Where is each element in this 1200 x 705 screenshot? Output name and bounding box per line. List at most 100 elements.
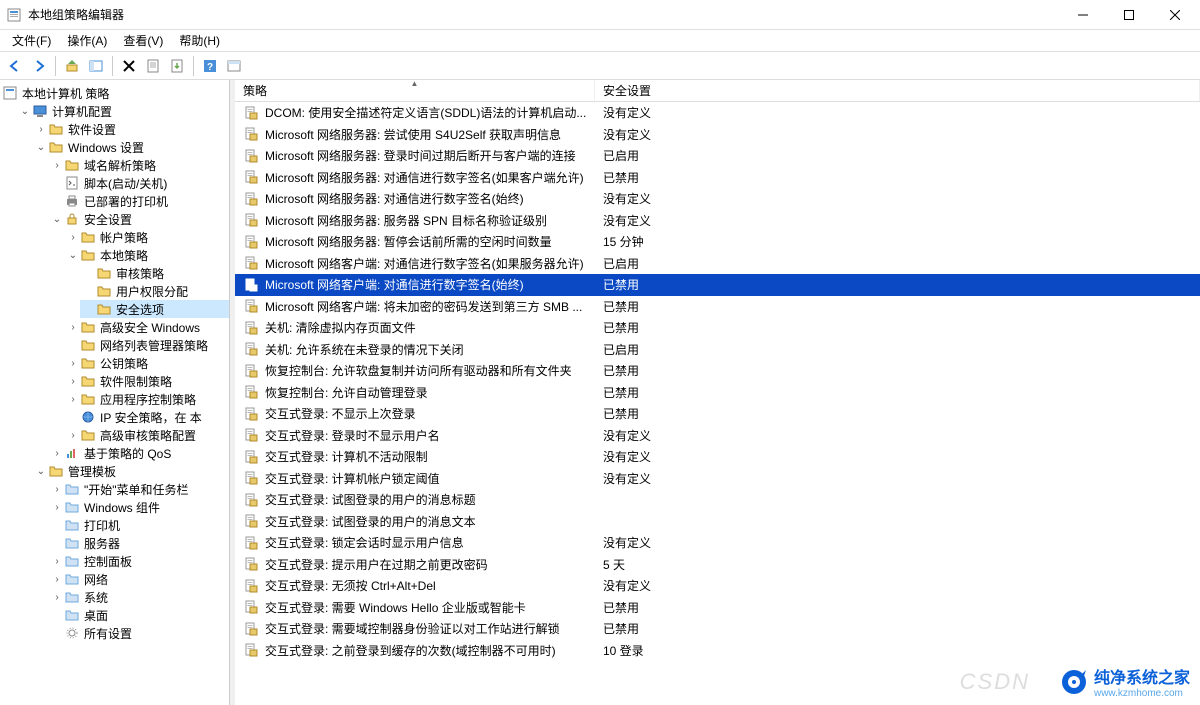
expand-icon[interactable]: › — [50, 448, 64, 459]
close-button[interactable] — [1152, 0, 1198, 30]
expand-icon[interactable]: › — [66, 322, 80, 333]
policy-row[interactable]: 交互式登录: 不显示上次登录已禁用 — [235, 403, 1200, 425]
tree-printers[interactable]: 打印机 — [48, 516, 229, 534]
collapse-icon[interactable]: ⌄ — [66, 250, 80, 261]
policy-setting: 已禁用 — [595, 276, 639, 293]
tree-audit-policy[interactable]: 审核策略 — [80, 264, 229, 282]
back-button[interactable] — [4, 55, 26, 77]
expand-icon[interactable]: › — [50, 556, 64, 567]
properties-button[interactable] — [142, 55, 164, 77]
policy-row[interactable]: 交互式登录: 计算机帐户锁定阈值没有定义 — [235, 468, 1200, 490]
export-button[interactable] — [166, 55, 188, 77]
filter-button[interactable] — [223, 55, 245, 77]
policy-row[interactable]: 交互式登录: 锁定会话时显示用户信息没有定义 — [235, 532, 1200, 554]
tree-qos[interactable]: ›基于策略的 QoS — [48, 444, 229, 462]
collapse-icon[interactable]: ⌄ — [34, 142, 48, 153]
help-button[interactable]: ? — [199, 55, 221, 77]
tree-scripts[interactable]: 脚本(启动/关机) — [48, 174, 229, 192]
tree-advanced-audit[interactable]: ›高级审核策略配置 — [64, 426, 229, 444]
tree-public-key[interactable]: ›公钥策略 — [64, 354, 229, 372]
folder-icon — [96, 265, 112, 281]
expand-icon[interactable]: › — [66, 376, 80, 387]
tree-network[interactable]: ›网络 — [48, 570, 229, 588]
policy-row[interactable]: Microsoft 网络客户端: 对通信进行数字签名(始终)已禁用 — [235, 274, 1200, 296]
expand-icon[interactable]: › — [66, 232, 80, 243]
policy-row[interactable]: 交互式登录: 之前登录到缓存的次数(域控制器不可用时)10 登录 — [235, 640, 1200, 662]
tree-deployed-printers[interactable]: 已部署的打印机 — [48, 192, 229, 210]
menu-view[interactable]: 查看(V) — [115, 30, 171, 51]
tree-ip-security[interactable]: IP 安全策略，在 本 — [64, 408, 229, 426]
expand-icon[interactable]: › — [50, 592, 64, 603]
policy-row[interactable]: Microsoft 网络服务器: 服务器 SPN 目标名称验证级别没有定义 — [235, 210, 1200, 232]
tree-advanced-windows[interactable]: ›高级安全 Windows — [64, 318, 229, 336]
expand-icon[interactable]: › — [50, 574, 64, 585]
expand-icon[interactable]: › — [50, 160, 64, 171]
tree-control-panel[interactable]: ›控制面板 — [48, 552, 229, 570]
forward-button[interactable] — [28, 55, 50, 77]
policy-row[interactable]: Microsoft 网络服务器: 对通信进行数字签名(如果客户端允许)已禁用 — [235, 167, 1200, 189]
collapse-icon[interactable]: ⌄ — [50, 214, 64, 225]
policy-row[interactable]: Microsoft 网络服务器: 登录时间过期后断开与客户端的连接已启用 — [235, 145, 1200, 167]
expand-icon[interactable]: › — [50, 484, 64, 495]
expand-icon[interactable]: › — [66, 394, 80, 405]
policy-row[interactable]: 恢复控制台: 允许软盘复制并访问所有驱动器和所有文件夹已禁用 — [235, 360, 1200, 382]
tree-local-policies[interactable]: ⌄本地策略 — [64, 246, 229, 264]
tree-start-taskbar[interactable]: ›"开始"菜单和任务栏 — [48, 480, 229, 498]
policy-row[interactable]: 恢复控制台: 允许自动管理登录已禁用 — [235, 382, 1200, 404]
tree-account-policies[interactable]: ›帐户策略 — [64, 228, 229, 246]
delete-button[interactable] — [118, 55, 140, 77]
tree-desktop[interactable]: 桌面 — [48, 606, 229, 624]
tree-root[interactable]: 本地计算机 策略 — [0, 84, 229, 102]
policy-row[interactable]: Microsoft 网络客户端: 将未加密的密码发送到第三方 SMB ...已禁… — [235, 296, 1200, 318]
policy-row[interactable]: 交互式登录: 需要域控制器身份验证以对工作站进行解锁已禁用 — [235, 618, 1200, 640]
tree-admin-templates[interactable]: ⌄管理模板 — [32, 462, 229, 480]
collapse-icon[interactable]: ⌄ — [34, 466, 48, 477]
policy-row[interactable]: 交互式登录: 试图登录的用户的消息标题 — [235, 489, 1200, 511]
tree-security-options[interactable]: 安全选项 — [80, 300, 229, 318]
menu-file[interactable]: 文件(F) — [4, 30, 59, 51]
menu-action[interactable]: 操作(A) — [59, 30, 115, 51]
expand-icon[interactable]: › — [50, 502, 64, 513]
list-body[interactable]: DCOM: 使用安全描述符定义语言(SDDL)语法的计算机启动...没有定义Mi… — [235, 102, 1200, 705]
policy-row[interactable]: Microsoft 网络服务器: 对通信进行数字签名(始终)没有定义 — [235, 188, 1200, 210]
policy-row[interactable]: 关机: 清除虚拟内存页面文件已禁用 — [235, 317, 1200, 339]
tree-windows-components[interactable]: ›Windows 组件 — [48, 498, 229, 516]
collapse-icon[interactable]: ⌄ — [18, 106, 32, 117]
tree-security-settings[interactable]: ⌄安全设置 — [48, 210, 229, 228]
tree-user-rights[interactable]: 用户权限分配 — [80, 282, 229, 300]
tree-servers[interactable]: 服务器 — [48, 534, 229, 552]
policy-row[interactable]: 交互式登录: 登录时不显示用户名没有定义 — [235, 425, 1200, 447]
up-button[interactable] — [61, 55, 83, 77]
tree-network-list[interactable]: 网络列表管理器策略 — [64, 336, 229, 354]
column-policy[interactable]: 策略 ▲ — [235, 80, 595, 101]
show-hide-tree-button[interactable] — [85, 55, 107, 77]
policy-setting: 已禁用 — [595, 384, 639, 401]
expand-icon[interactable]: › — [66, 358, 80, 369]
column-setting[interactable]: 安全设置 — [595, 80, 1200, 101]
tree-windows-settings[interactable]: ⌄Windows 设置 — [32, 138, 229, 156]
tree-all-settings[interactable]: 所有设置 — [48, 624, 229, 642]
policy-row[interactable]: Microsoft 网络服务器: 尝试使用 S4U2Self 获取声明信息没有定… — [235, 124, 1200, 146]
policy-item-icon — [241, 256, 261, 270]
policy-row[interactable]: 关机: 允许系统在未登录的情况下关闭已启用 — [235, 339, 1200, 361]
tree-panel[interactable]: 本地计算机 策略 ⌄ 计算机配置 ›软件设置 — [0, 80, 230, 705]
policy-row[interactable]: Microsoft 网络客户端: 对通信进行数字签名(如果服务器允许)已启用 — [235, 253, 1200, 275]
policy-row[interactable]: 交互式登录: 需要 Windows Hello 企业版或智能卡已禁用 — [235, 597, 1200, 619]
expand-icon[interactable]: › — [34, 124, 48, 135]
maximize-button[interactable] — [1106, 0, 1152, 30]
policy-row[interactable]: 交互式登录: 无须按 Ctrl+Alt+Del没有定义 — [235, 575, 1200, 597]
menu-help[interactable]: 帮助(H) — [171, 30, 228, 51]
minimize-button[interactable] — [1060, 0, 1106, 30]
tree-system[interactable]: ›系统 — [48, 588, 229, 606]
tree-name-resolution[interactable]: ›域名解析策略 — [48, 156, 229, 174]
tree-software-settings[interactable]: ›软件设置 — [32, 120, 229, 138]
expand-icon[interactable]: › — [66, 430, 80, 441]
policy-row[interactable]: 交互式登录: 试图登录的用户的消息文本 — [235, 511, 1200, 533]
tree-software-restriction[interactable]: ›软件限制策略 — [64, 372, 229, 390]
policy-row[interactable]: DCOM: 使用安全描述符定义语言(SDDL)语法的计算机启动...没有定义 — [235, 102, 1200, 124]
policy-row[interactable]: 交互式登录: 提示用户在过期之前更改密码5 天 — [235, 554, 1200, 576]
tree-computer-config[interactable]: ⌄ 计算机配置 — [16, 102, 229, 120]
policy-row[interactable]: 交互式登录: 计算机不活动限制没有定义 — [235, 446, 1200, 468]
policy-row[interactable]: Microsoft 网络服务器: 暂停会话前所需的空闲时间数量15 分钟 — [235, 231, 1200, 253]
tree-app-control[interactable]: ›应用程序控制策略 — [64, 390, 229, 408]
